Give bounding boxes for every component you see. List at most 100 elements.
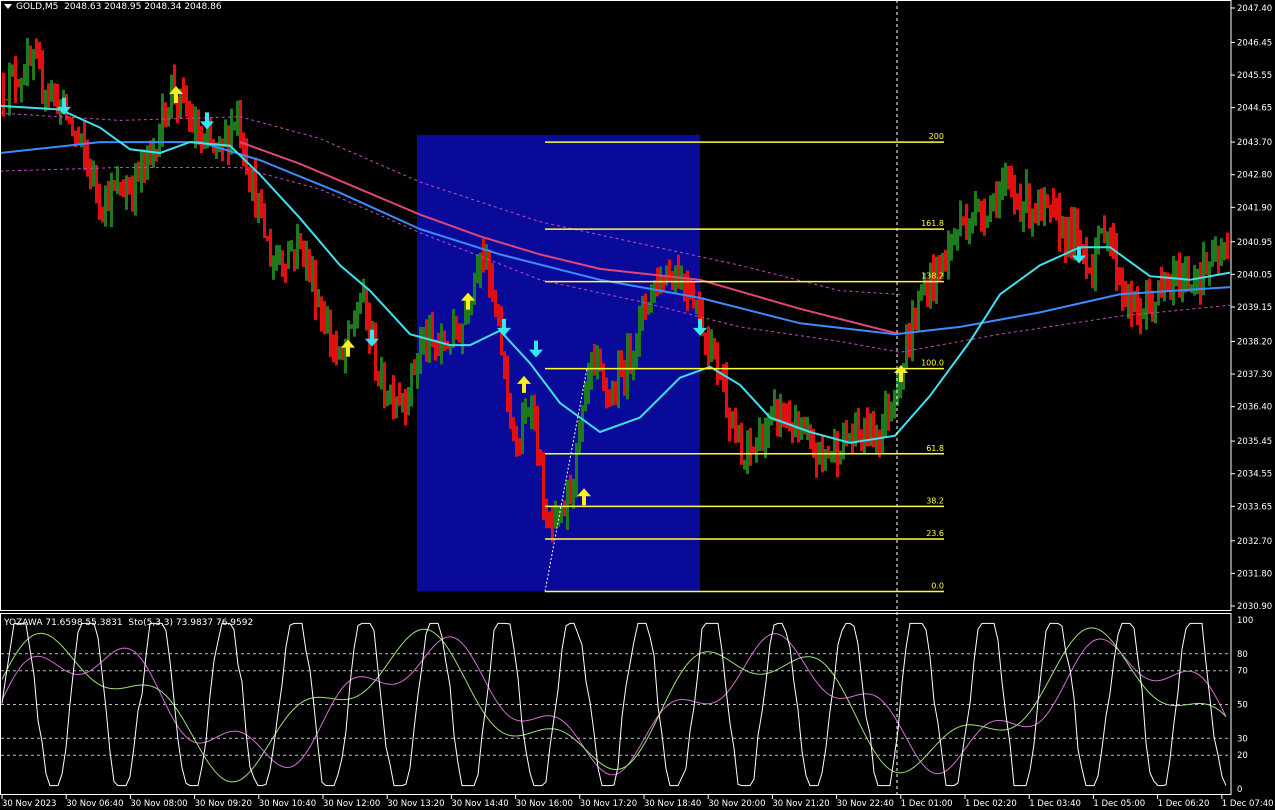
candle — [1223, 242, 1226, 261]
candle — [257, 193, 260, 223]
candle — [959, 200, 962, 237]
candle — [674, 265, 677, 293]
candle — [410, 363, 413, 407]
time-axis-label: 1 Dec 07:40 — [1222, 799, 1274, 809]
candle — [365, 287, 368, 331]
candle — [764, 417, 767, 458]
candle — [71, 117, 74, 137]
candle — [353, 310, 356, 337]
candle — [746, 430, 749, 474]
time-axis-label: 30 Nov 10:40 — [259, 799, 316, 809]
candle — [737, 424, 740, 443]
price-axis-label: 2039.15 — [1237, 303, 1272, 313]
candle — [977, 198, 980, 213]
candle — [224, 119, 227, 148]
stochastic-readout: Sto(5,3,3) 73.9837 76.9592 — [128, 618, 254, 628]
candle — [944, 249, 947, 272]
candle — [275, 245, 278, 271]
candle — [350, 324, 353, 329]
time-axis-label: 1 Dec 02:20 — [965, 799, 1017, 809]
time-axis-label: 30 Nov 20:00 — [708, 799, 765, 809]
candle — [185, 85, 188, 117]
candle — [602, 363, 605, 392]
candle — [542, 452, 545, 521]
yozawa-readout: YOZAWA 71.6598 55.3831 — [4, 618, 123, 628]
candle — [338, 346, 341, 360]
candle — [368, 302, 371, 354]
time-axis-label: 30 Nov 13:20 — [387, 799, 444, 809]
price-axis-label: 2032.70 — [1237, 537, 1272, 547]
candle — [1175, 260, 1178, 287]
candle — [8, 62, 11, 116]
candle — [35, 38, 38, 59]
candle — [1220, 238, 1223, 266]
time-axis-label: 1 Dec 01:00 — [901, 799, 953, 809]
candle — [584, 380, 587, 412]
candle — [356, 301, 359, 329]
candle — [1037, 189, 1040, 226]
candle — [329, 309, 332, 358]
candle — [623, 359, 626, 396]
price-axis-label: 2044.65 — [1237, 104, 1272, 114]
candle — [575, 443, 578, 498]
candle — [455, 316, 458, 340]
candle — [482, 238, 485, 273]
candle — [107, 181, 110, 212]
candle — [242, 132, 245, 167]
time-axis-label: 30 Nov 12:00 — [323, 799, 380, 809]
candle — [317, 289, 320, 308]
candle — [890, 401, 893, 422]
candle — [653, 280, 656, 303]
candle — [707, 326, 710, 370]
candle — [1013, 174, 1016, 215]
candle — [1103, 215, 1106, 244]
candle — [1145, 280, 1148, 330]
candle — [581, 405, 584, 442]
candle — [974, 190, 977, 226]
candle — [968, 218, 971, 245]
dropdown-triangle-icon[interactable] — [4, 4, 12, 9]
candle — [383, 362, 386, 409]
price-axis-label: 2045.55 — [1237, 71, 1272, 81]
candle — [1046, 194, 1049, 209]
candle — [794, 404, 797, 438]
candle — [929, 262, 932, 309]
candle — [1019, 183, 1022, 222]
candle — [161, 93, 164, 147]
candle — [677, 254, 680, 289]
candle — [983, 198, 986, 236]
candle — [299, 232, 302, 250]
price-axis-label: 2040.95 — [1237, 238, 1272, 248]
candle — [1007, 165, 1010, 190]
candle — [308, 248, 311, 283]
candle — [293, 249, 296, 272]
candle — [20, 77, 23, 103]
fib-level-label: 100.0 — [921, 359, 944, 368]
candle — [881, 413, 884, 454]
candle — [77, 126, 80, 146]
price-axis-label: 2030.90 — [1237, 602, 1272, 612]
candle — [1100, 227, 1103, 234]
candle — [884, 390, 887, 438]
candle — [779, 393, 782, 438]
candle — [95, 164, 98, 204]
candle — [341, 346, 344, 361]
chart-window[interactable]: 200 161.8 138.2 100.0 61.8 38.2 23.6 0.0 2047.40… — [0, 0, 1275, 810]
time-axis-label: 30 Nov 16:00 — [516, 799, 573, 809]
candle — [1091, 254, 1094, 289]
time-axis-label: 30 Nov 17:20 — [580, 799, 637, 809]
candle — [1211, 239, 1214, 267]
candle — [788, 400, 791, 431]
chart-svg[interactable]: 200161.8138.2100.061.838.223.60.02047.40… — [0, 0, 1275, 810]
candle — [611, 380, 614, 406]
candle — [1184, 256, 1187, 293]
candle — [752, 446, 755, 454]
candle — [1031, 208, 1034, 237]
candle — [452, 308, 455, 349]
candle — [236, 100, 239, 136]
candle — [644, 293, 647, 321]
candle — [1166, 272, 1169, 293]
time-axis-label: 1 Dec 03:40 — [1029, 799, 1081, 809]
candle — [1199, 262, 1202, 305]
price-axis-label: 2031.80 — [1237, 569, 1272, 579]
